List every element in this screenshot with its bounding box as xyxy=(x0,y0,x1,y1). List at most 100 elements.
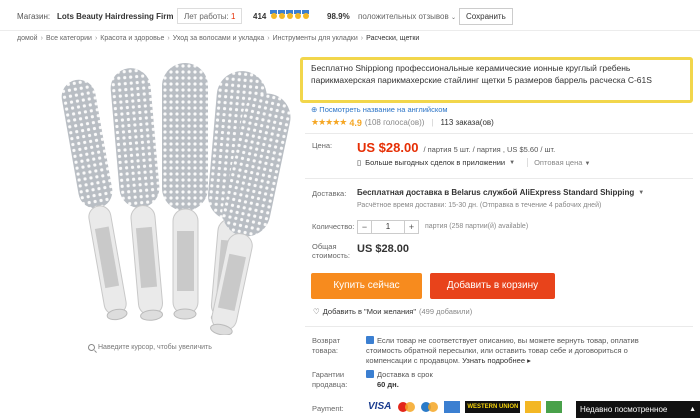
western-union-logo: WESTERN UNION xyxy=(465,401,521,413)
quantity-label: Количество: xyxy=(312,222,355,231)
chevron-up-icon: ▲ xyxy=(689,406,696,413)
total-label: Общая стоимость: xyxy=(312,242,350,260)
shipping-label: Доставка: xyxy=(312,189,347,198)
add-to-wishlist-link[interactable]: ♡ Добавить в "Мои желания" (499 добавили… xyxy=(313,307,472,316)
product-image[interactable] xyxy=(14,55,299,336)
buy-now-button[interactable]: Купить сейчас xyxy=(311,273,422,299)
positive-label: положительных отзывов xyxy=(358,12,449,21)
chevron-down-icon: ▼ xyxy=(509,159,516,166)
medal-icon xyxy=(278,10,285,20)
translate-icon: ⊕ xyxy=(311,105,318,114)
breadcrumb-separator: › xyxy=(360,35,364,42)
quantity-decrement-button[interactable]: − xyxy=(357,220,372,234)
quantity-availability: партия (258 партии(й) available) xyxy=(425,223,529,230)
total-label-line2: стоимость: xyxy=(312,251,350,260)
english-link-text: Посмотреть название на английском xyxy=(319,105,448,114)
breadcrumb-home[interactable]: домой xyxy=(17,35,38,42)
delivery-estimate: Расчётное время доставки: 15-30 дн. (Отп… xyxy=(357,202,602,209)
votes-link[interactable]: (108 голоса(ов)) xyxy=(365,118,425,127)
breadcrumb-styling-tools[interactable]: Инструменты для укладки xyxy=(273,35,358,42)
payment-label: Payment: xyxy=(312,404,344,413)
returns-more-text: Узнать подробнее xyxy=(462,356,526,365)
years-badge: Лет работы: 1 xyxy=(177,8,243,24)
quantity-increment-button[interactable]: + xyxy=(404,220,419,234)
payment-icon xyxy=(444,401,461,413)
breadcrumb-separator: › xyxy=(167,35,170,42)
returns-label-line1: Возврат xyxy=(312,336,341,345)
medal-icon xyxy=(294,10,301,20)
rating-value: 4.9 xyxy=(349,117,362,128)
breadcrumb-separator: › xyxy=(94,35,98,42)
divider xyxy=(305,133,693,134)
breadcrumb-combs-brushes[interactable]: Расчески, щетки xyxy=(366,35,419,42)
quantity-stepper: − 1 + xyxy=(357,220,419,234)
chevron-down-icon: ▼ xyxy=(584,161,591,167)
zoom-hint: Наведите курсор, чтобы увеличить xyxy=(88,344,212,351)
mastercard-logo xyxy=(398,401,416,413)
payment-icon xyxy=(546,401,563,413)
price-main: US $28.00 xyxy=(357,140,419,155)
magnifier-icon xyxy=(88,344,95,351)
total-price: US $28.00 xyxy=(357,243,409,255)
divider xyxy=(305,178,693,179)
zoom-hint-text: Наведите курсор, чтобы увеличить xyxy=(98,344,212,351)
quantity-input[interactable]: 1 xyxy=(372,220,404,234)
divider: | xyxy=(431,118,434,127)
app-deals-row: ▯ Больше выгодных сделок в приложении ▼ … xyxy=(357,158,590,167)
store-bar: Магазин: Lots Beauty Hairdressing Firm Л… xyxy=(0,0,700,31)
guarantee-days: 60 дн. xyxy=(377,380,399,389)
shipping-method-dropdown[interactable]: Бесплатная доставка в Belarus службой Al… xyxy=(357,188,644,197)
seller-guarantee: Доставка в срок 60 дн. xyxy=(366,370,433,390)
store-label: Магазин: xyxy=(17,12,51,21)
returns-label-line2: товара: xyxy=(312,346,339,355)
breadcrumb: домой › Все категории › Красота и здоровье… xyxy=(17,35,419,42)
chevron-down-icon: ▼ xyxy=(638,189,645,196)
orders-count: 113 заказа(ов) xyxy=(440,118,494,127)
product-title: Бесплатно Shippiong профессиональные кер… xyxy=(311,63,652,85)
price-label: Цена: xyxy=(312,141,333,150)
breadcrumb-separator: › xyxy=(40,35,43,42)
positive-feedback-dropdown[interactable]: положительных отзывов ⌄ xyxy=(358,12,456,21)
mobile-phone-icon: ▯ xyxy=(357,158,362,167)
wishlist-text: Добавить в "Мои желания" xyxy=(322,307,417,316)
breadcrumb-beauty-health[interactable]: Красота и здоровье xyxy=(100,35,164,42)
medal-icon xyxy=(302,10,309,20)
chevron-down-icon: ⌄ xyxy=(450,15,457,21)
wishlist-count: (499 добавили) xyxy=(419,307,473,316)
guarantee-label-line2: продавца: xyxy=(312,380,348,389)
years-value: 1 xyxy=(230,12,236,21)
store-name-link[interactable]: Lots Beauty Hairdressing Firm xyxy=(57,12,173,21)
recently-viewed-text: Недавно посмотренное xyxy=(580,405,668,414)
product-title-box: Бесплатно Shippiong профессиональные кер… xyxy=(300,57,693,103)
guarantee-text: Доставка в срок xyxy=(377,370,433,379)
returns-label: Возврат товара: xyxy=(312,336,340,356)
star-rating-icon: ★★★★★ xyxy=(311,117,347,127)
price-row: US $28.00 / партия 5 шт. / партия , US $… xyxy=(357,140,555,155)
breadcrumb-all-categories[interactable]: Все категории xyxy=(46,35,92,42)
wholesale-price-dropdown[interactable]: Оптовая цена ▼ xyxy=(527,158,590,167)
guarantee-label: Гарантии продавца: xyxy=(312,370,347,390)
returns-policy: Если товар не соответствует описанию, вы… xyxy=(366,336,666,366)
returns-more-link[interactable]: Узнать подробнее ▸ xyxy=(462,356,531,365)
save-store-button[interactable]: Сохранить xyxy=(459,8,513,25)
app-deals-dropdown[interactable]: Больше выгодных сделок в приложении xyxy=(365,158,505,167)
store-score[interactable]: 414 xyxy=(253,12,266,21)
payment-methods: VISA WESTERN UNION xyxy=(366,401,563,413)
price-unit: / партия 5 шт. / партия , US $5.60 / шт. xyxy=(423,145,556,154)
add-to-cart-button[interactable]: Добавить в корзину xyxy=(430,273,555,299)
breadcrumb-separator: › xyxy=(267,35,270,42)
bank-transfer-icon xyxy=(525,401,542,413)
positive-percent: 98.9% xyxy=(327,12,350,21)
round-brushes-image xyxy=(61,63,291,336)
visa-logo: VISA xyxy=(368,401,392,412)
recently-viewed-panel[interactable]: Недавно посмотренное ▲ xyxy=(576,401,700,418)
medal-icon xyxy=(286,10,293,20)
medal-icons xyxy=(270,10,309,20)
view-english-title-link[interactable]: ⊕ Посмотреть название на английском xyxy=(311,105,448,114)
maestro-logo xyxy=(421,401,439,413)
guarantee-label-line1: Гарантии xyxy=(312,370,345,379)
wholesale-text: Оптовая цена xyxy=(534,158,583,167)
breadcrumb-hair-care[interactable]: Уход за волосами и укладка xyxy=(173,35,265,42)
rating-row: ★★★★★ 4.9 (108 голоса(ов)) | 113 заказа(… xyxy=(311,117,494,128)
total-label-line1: Общая xyxy=(312,242,337,251)
